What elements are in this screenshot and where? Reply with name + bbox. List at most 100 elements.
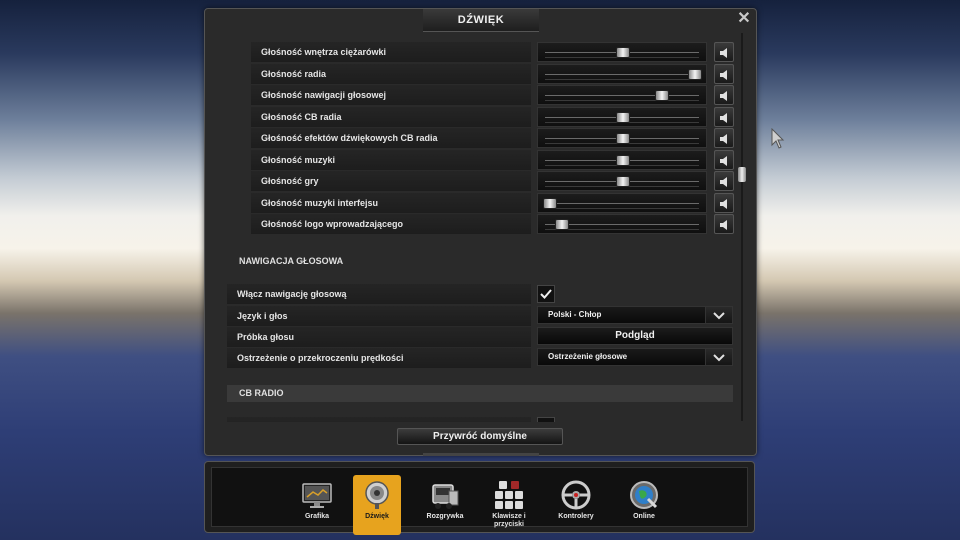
volume-label: Głośność gry xyxy=(251,171,531,191)
nav-item-label: Klawisze i przyciski xyxy=(492,513,526,528)
scrollbar-rail xyxy=(741,33,743,421)
language-dropdown[interactable]: Polski - Chłop xyxy=(537,306,733,324)
volume-label: Głośność muzyki xyxy=(251,149,531,170)
voice-sample-label: Próbka głosu xyxy=(227,327,531,347)
slider-knob[interactable] xyxy=(616,154,630,166)
volume-slider[interactable] xyxy=(537,63,707,84)
slider-track-shadow xyxy=(545,78,699,80)
nav-item-label: Grafika xyxy=(304,513,330,520)
preview-button[interactable]: Podgląd xyxy=(537,327,733,345)
volume-label: Głośność muzyki interfejsu xyxy=(251,192,531,213)
speed-warning-label: Ostrzeżenie o przekroczeniu prędkości xyxy=(227,348,531,368)
language-row: Język i głos Polski - Chłop xyxy=(227,306,733,326)
slider-track xyxy=(545,73,699,75)
volume-label: Głośność nawigacji głosowej xyxy=(251,85,531,105)
nav-item-label: Dźwięk xyxy=(365,513,389,520)
slider-track xyxy=(545,95,699,96)
slider-knob[interactable] xyxy=(616,111,630,123)
chevron-down-icon[interactable] xyxy=(705,307,732,323)
slider-knob[interactable] xyxy=(655,90,669,101)
category-bar-inner: Grafika Dźwięk Rozgrywka Klawisze i przycis… xyxy=(211,467,748,535)
volume-slider[interactable] xyxy=(537,85,707,105)
window-title: DŹWIĘK xyxy=(423,9,539,32)
cb-partial-row xyxy=(227,417,733,422)
keyboard-icon xyxy=(493,479,525,511)
volume-label: Głośność CB radia xyxy=(251,106,531,127)
nav-item-label: Online xyxy=(633,513,655,520)
slider-knob[interactable] xyxy=(616,176,630,187)
speed-warning-row: Ostrzeżenie o przekroczeniu prędkości Os… xyxy=(227,348,733,368)
cb-partial-label xyxy=(227,417,531,422)
speaker-icon[interactable] xyxy=(714,63,734,84)
speaker-icon[interactable] xyxy=(714,128,734,148)
volume-label: Głośność logo wprowadzającego xyxy=(251,214,531,234)
volume-slider[interactable] xyxy=(537,149,707,170)
volume-label: Głośność radia xyxy=(251,63,531,84)
vertical-scrollbar[interactable] xyxy=(738,33,746,421)
nav-item-label: Kontrolery xyxy=(558,513,594,520)
voice-sample-row: Próbka głosu Podgląd xyxy=(227,327,733,347)
volume-row: Głośność logo wprowadzającego xyxy=(251,214,735,234)
speaker-icon[interactable] xyxy=(714,85,734,105)
volume-row: Głośność wnętrza ciężarówki xyxy=(251,42,735,62)
volume-row: Głośność gry xyxy=(251,171,735,191)
nav-item-label: Rozgrywka xyxy=(426,513,464,520)
nav-item-microphone[interactable]: Dźwięk xyxy=(353,475,401,535)
volume-slider[interactable] xyxy=(537,192,707,213)
enable-voice-nav-label: Włącz nawigację głosową xyxy=(227,284,531,304)
volume-row: Głośność muzyki interfejsu xyxy=(251,192,735,213)
steering-wheel-icon xyxy=(560,479,592,511)
language-value: Polski - Chłop xyxy=(548,310,602,319)
slider-knob[interactable] xyxy=(687,68,702,80)
nav-item-steering-wheel[interactable]: Kontrolery xyxy=(552,475,600,535)
speaker-icon[interactable] xyxy=(714,214,734,234)
restore-defaults-button[interactable]: Przywróć domyślne xyxy=(397,428,563,445)
volume-slider[interactable] xyxy=(537,106,707,127)
nav-item-keyboard[interactable]: Klawisze i przyciski xyxy=(485,475,533,535)
scrollbar-thumb[interactable] xyxy=(738,167,746,183)
checkmark-icon xyxy=(540,289,552,299)
settings-category-bar: Grafika Dźwięk Rozgrywka Klawisze i przycis… xyxy=(204,461,755,535)
panel-bottom-tab xyxy=(423,453,539,456)
nav-item-truck[interactable]: Rozgrywka xyxy=(421,475,469,535)
enable-voice-nav-row: Włącz nawigację głosową xyxy=(227,284,733,304)
close-icon[interactable]: ✕ xyxy=(736,11,752,27)
nav-item-monitor[interactable]: Grafika xyxy=(293,475,341,535)
speed-warning-value: Ostrzeżenie głosowe xyxy=(548,352,628,361)
volume-slider[interactable] xyxy=(537,128,707,148)
mouse-cursor-icon xyxy=(771,128,785,149)
speaker-icon[interactable] xyxy=(714,42,734,62)
volume-row: Głośność muzyki xyxy=(251,149,735,170)
language-label: Język i głos xyxy=(227,306,531,326)
slider-track-shadow xyxy=(545,207,699,209)
slider-knob[interactable] xyxy=(542,197,557,209)
volume-row: Głośność efektów dźwiękowych CB radia xyxy=(251,128,735,148)
volume-slider[interactable] xyxy=(537,42,707,62)
speaker-icon[interactable] xyxy=(714,106,734,127)
speaker-icon[interactable] xyxy=(714,192,734,213)
volume-label: Głośność efektów dźwiękowych CB radia xyxy=(251,128,531,148)
cb-section-title: CB RADIO xyxy=(227,385,733,402)
settings-scroll-area[interactable]: Głośność wnętrza ciężarówki Głośność radi… xyxy=(205,33,735,422)
nav-section-title: NAWIGACJA GŁOSOWA xyxy=(239,256,344,266)
speed-warning-dropdown[interactable]: Ostrzeżenie głosowe xyxy=(537,348,733,366)
volume-label: Głośność wnętrza ciężarówki xyxy=(251,42,531,62)
speaker-icon[interactable] xyxy=(714,171,734,191)
globe-icon xyxy=(628,479,660,511)
enable-voice-nav-checkbox[interactable] xyxy=(537,285,555,303)
volume-slider[interactable] xyxy=(537,214,707,234)
truck-icon xyxy=(429,479,461,511)
volume-slider[interactable] xyxy=(537,171,707,191)
volume-row: Głośność CB radia xyxy=(251,106,735,127)
volume-row: Głośność radia xyxy=(251,63,735,84)
slider-knob[interactable] xyxy=(616,47,630,58)
slider-knob[interactable] xyxy=(555,219,570,230)
slider-track xyxy=(545,202,699,204)
slider-knob[interactable] xyxy=(616,133,630,144)
chevron-down-icon[interactable] xyxy=(705,349,732,365)
speaker-icon[interactable] xyxy=(714,149,734,170)
microphone-icon xyxy=(361,479,393,511)
nav-item-globe[interactable]: Online xyxy=(620,475,668,535)
cb-partial-checkbox[interactable] xyxy=(537,417,555,422)
slider-track-shadow xyxy=(545,100,699,101)
